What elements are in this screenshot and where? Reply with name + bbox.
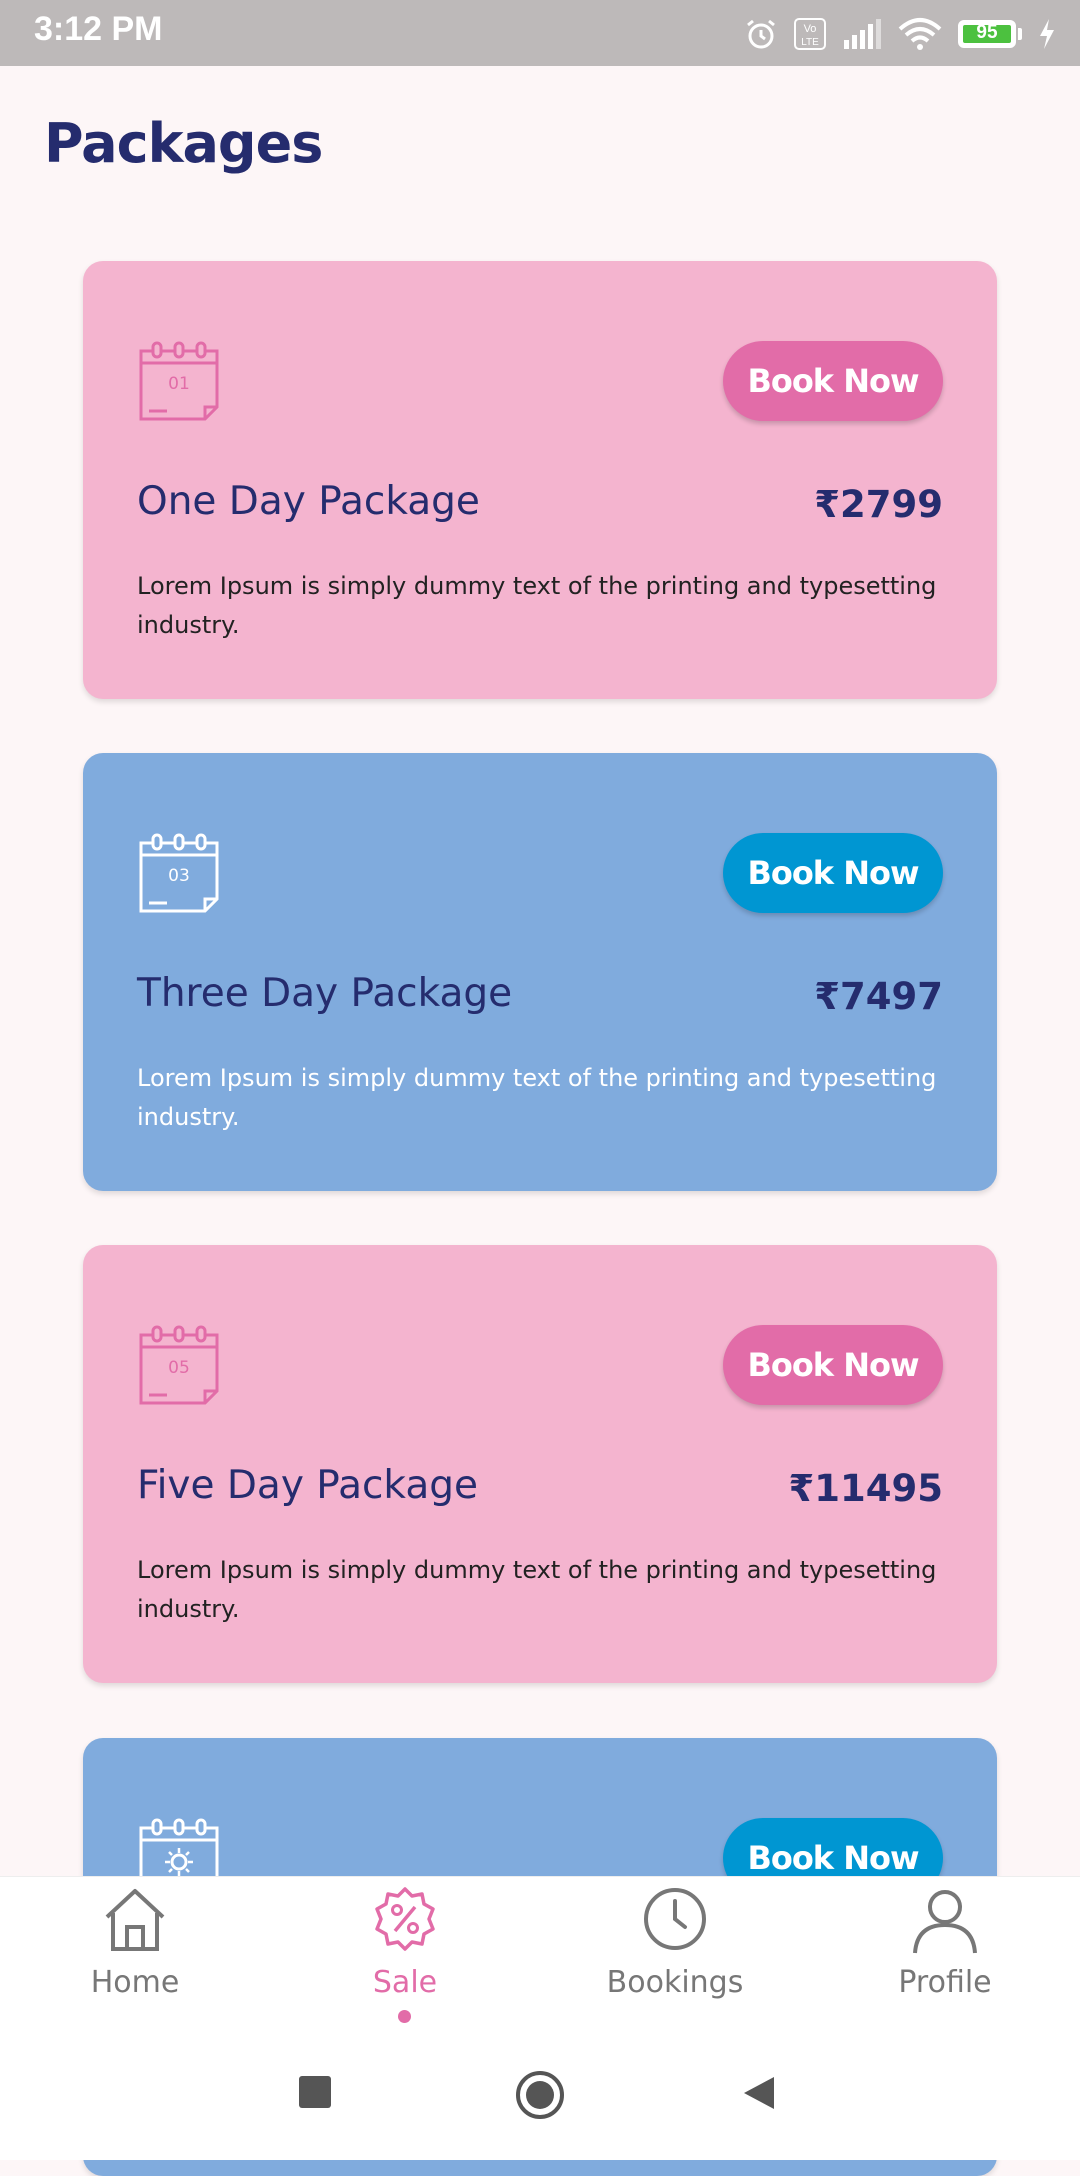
book-now-button[interactable]: Book Now: [723, 1325, 943, 1405]
battery-tip: [1018, 28, 1022, 40]
calendar-icon: 05: [139, 1325, 219, 1405]
signal-icon: [844, 19, 881, 49]
back-button[interactable]: [742, 2075, 776, 2111]
package-description: Lorem Ipsum is simply dummy text of the …: [137, 572, 937, 639]
status-time: 3:12 PM: [34, 10, 163, 48]
recents-button[interactable]: [298, 2075, 332, 2109]
volte-icon: Vo LTE: [794, 18, 826, 50]
nav-label: Profile: [898, 1965, 992, 2000]
package-card-one-day: 01 Book Now One Day Package ₹2799 Lorem …: [83, 261, 997, 699]
page-title: Packages: [44, 112, 323, 175]
clock-icon: [644, 1888, 706, 1950]
book-now-button[interactable]: Book Now: [723, 341, 943, 421]
package-card-five-day: 05 Book Now Five Day Package ₹11495 Lore…: [83, 1245, 997, 1683]
package-price: ₹2799: [814, 483, 943, 526]
calendar-day-label: 03: [168, 866, 190, 886]
package-description: Lorem Ipsum is simply dummy text of the …: [137, 1064, 937, 1131]
svg-text:LTE: LTE: [801, 37, 819, 48]
status-icons: Vo LTE 95: [744, 14, 1056, 54]
battery-icon: 95: [958, 20, 1016, 48]
nav-item-bookings[interactable]: Bookings: [540, 1877, 810, 2031]
package-name: Three Day Package: [137, 971, 513, 1016]
sale-badge-icon: [375, 1887, 435, 1951]
system-nav-bar: [0, 2031, 1080, 2160]
person-icon: [913, 1890, 977, 1954]
nav-label: Sale: [372, 1965, 438, 2000]
package-card-three-day: 03 Book Now Three Day Package ₹7497 Lore…: [83, 753, 997, 1191]
nav-item-sale[interactable]: Sale: [270, 1877, 540, 2031]
battery-level: 95: [976, 22, 998, 43]
book-now-button[interactable]: Book Now: [723, 833, 943, 913]
home-system-button[interactable]: [514, 2069, 566, 2121]
charging-icon: [1040, 19, 1054, 49]
package-price: ₹7497: [814, 975, 943, 1018]
package-name: Five Day Package: [137, 1463, 478, 1508]
bottom-nav: Home Sale Bookings Profile: [0, 1876, 1080, 2032]
calendar-icon: 03: [139, 833, 219, 913]
nav-label: Home: [90, 1965, 180, 2000]
calendar-icon: 01: [139, 341, 219, 421]
nav-item-home[interactable]: Home: [0, 1877, 270, 2031]
calendar-day-label: 05: [168, 1358, 190, 1378]
calendar-day-label: 01: [168, 374, 190, 394]
nav-label: Bookings: [606, 1965, 744, 2000]
nav-item-profile[interactable]: Profile: [810, 1877, 1080, 2031]
package-description: Lorem Ipsum is simply dummy text of the …: [137, 1556, 937, 1623]
wifi-icon: [898, 18, 942, 50]
status-bar: 3:12 PM Vo LTE 95: [0, 0, 1080, 66]
active-indicator-dot: [398, 2010, 411, 2023]
alarm-icon: [747, 19, 775, 49]
package-name: One Day Package: [137, 479, 480, 524]
package-price: ₹11495: [788, 1467, 943, 1510]
home-icon: [105, 1889, 165, 1951]
svg-text:Vo: Vo: [804, 23, 817, 35]
